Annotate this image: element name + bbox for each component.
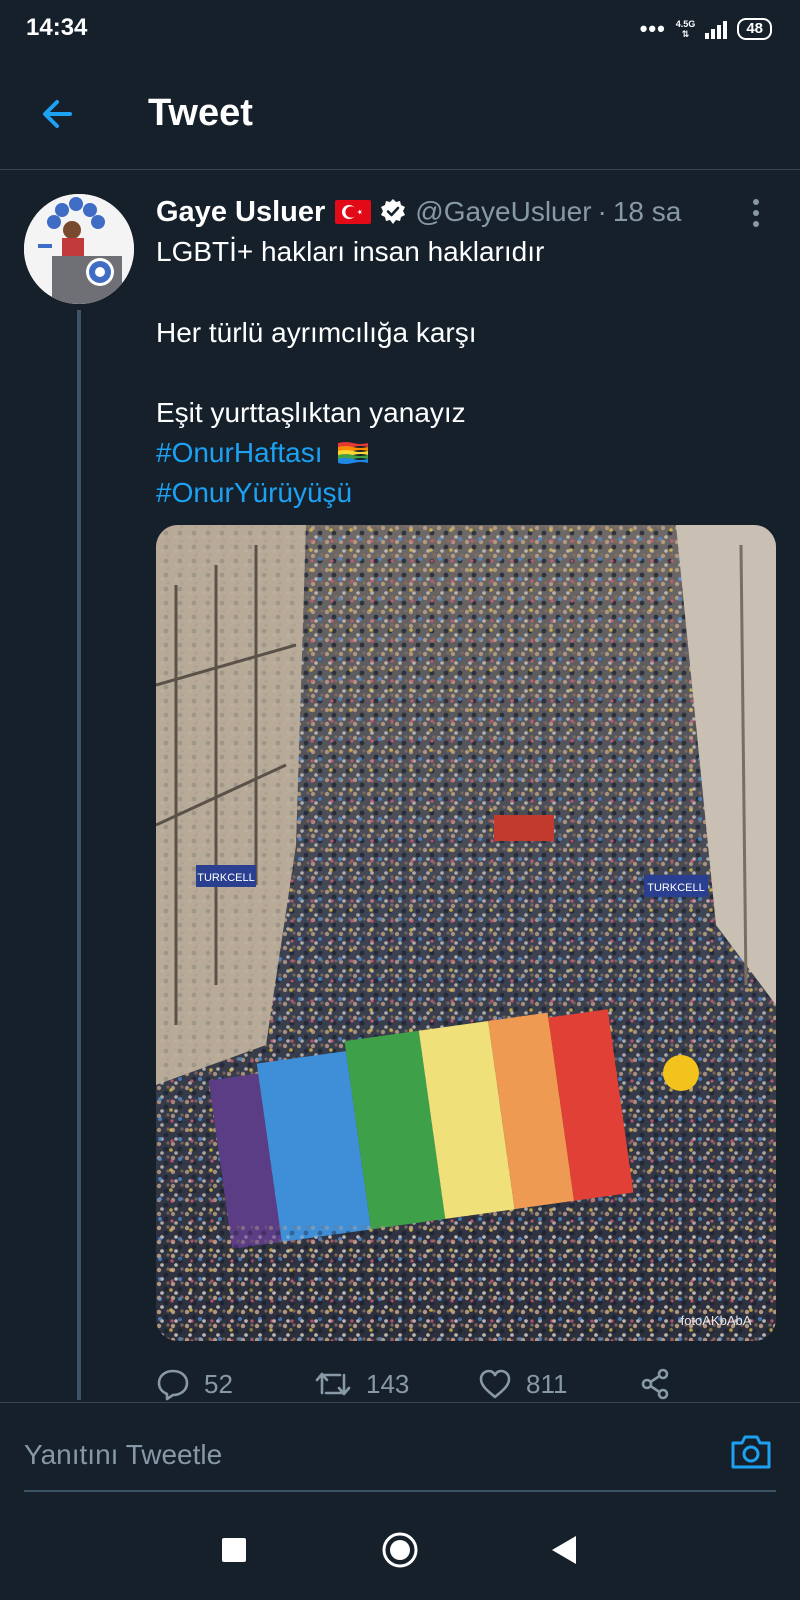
signal-icon	[705, 19, 728, 39]
photo-credit: fotoAKbAbA	[681, 1313, 752, 1328]
home-circle-icon	[382, 1532, 418, 1568]
reply-button[interactable]: 52	[156, 1362, 233, 1406]
camera-button[interactable]	[728, 1429, 774, 1475]
more-button[interactable]	[744, 196, 768, 230]
status-bar: 14:34 ••• 4.5G ⇅ 48	[0, 0, 800, 58]
author-name[interactable]: Gaye Usluer	[156, 196, 325, 229]
reply-input[interactable]: Yanıtını Tweetle	[24, 1439, 222, 1471]
like-button[interactable]: 811	[478, 1362, 567, 1406]
thread-line	[77, 310, 81, 1400]
tweet-photo[interactable]: TURKCELL TURKCELL fotoAKbAbA	[156, 525, 776, 1341]
arrow-left-icon	[43, 100, 72, 128]
photo-banner-text: TURKCELL	[197, 872, 254, 884]
retweet-icon	[315, 1372, 351, 1396]
turkey-flag-icon	[335, 200, 372, 224]
verified-badge-icon	[381, 199, 406, 224]
network-type: 4.5G ⇅	[676, 19, 696, 39]
system-back-button[interactable]	[552, 1536, 576, 1564]
square-icon	[222, 1538, 246, 1562]
status-icons: ••• 4.5G ⇅ 48	[640, 14, 772, 44]
home-button[interactable]	[382, 1532, 418, 1568]
tweet-text-line: Eşit yurttaşlıktan yanayız	[156, 397, 466, 428]
hashtag-link[interactable]: #OnurHaftası	[156, 435, 369, 471]
hashtag-link[interactable]: #OnurYürüyüşü	[156, 475, 352, 511]
retweet-button[interactable]: 143	[314, 1362, 409, 1406]
more-notifications-icon: •••	[639, 16, 666, 41]
share-icon	[641, 1368, 669, 1400]
avatar[interactable]	[24, 194, 134, 304]
author-handle[interactable]: @GayeUsluer	[415, 196, 591, 228]
tweet-text-line: Her türlü ayrımcılığa karşı	[156, 317, 477, 348]
photo-banner-text: TURKCELL	[647, 882, 704, 894]
recents-button[interactable]	[222, 1538, 246, 1562]
tweet-text-line: LGBTİ+ hakları insan haklarıdır	[156, 236, 545, 267]
triangle-back-icon	[552, 1536, 576, 1564]
tweet-header: Gaye Usluer @GayeUsluer · 18 sa	[156, 192, 681, 232]
camera-icon	[731, 1435, 771, 1469]
top-app-bar: Tweet	[0, 58, 800, 170]
heart-icon	[479, 1369, 511, 1399]
tweet-time: 18 sa	[612, 196, 682, 227]
system-nav-bar	[0, 1500, 800, 1600]
status-time: 14:34	[26, 14, 88, 41]
reply-count: 52	[204, 1368, 233, 1399]
more-vertical-icon	[753, 199, 759, 227]
retweet-count: 143	[366, 1368, 410, 1399]
reply-icon	[157, 1369, 189, 1401]
page-title: Tweet	[148, 92, 253, 134]
reply-composer: Yanıtını Tweetle	[0, 1402, 800, 1510]
reply-divider	[24, 1490, 776, 1492]
hashtag-label[interactable]: #OnurHaftası	[156, 437, 323, 468]
tweet-actions: 52 143 811	[156, 1362, 756, 1406]
share-button[interactable]	[638, 1362, 672, 1406]
rainbow-flag-icon	[338, 442, 369, 464]
meta-separator: ·	[597, 196, 607, 227]
back-button[interactable]	[36, 92, 80, 136]
network-label: 4.5G	[675, 19, 696, 29]
like-count: 811	[526, 1368, 568, 1399]
data-arrows-icon: ⇅	[681, 29, 690, 39]
battery-icon: 48	[737, 18, 772, 40]
